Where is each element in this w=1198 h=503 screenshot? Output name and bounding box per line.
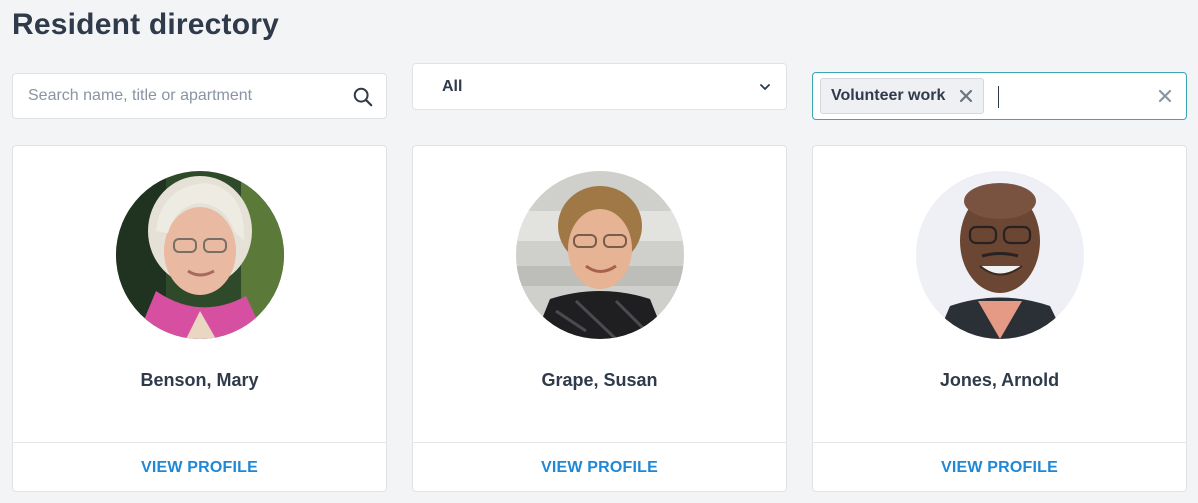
resident-card: Grape, Susan VIEW PROFILE xyxy=(412,145,787,492)
text-cursor xyxy=(998,86,999,108)
tag-chip: Volunteer work xyxy=(820,78,985,114)
view-profile-link[interactable]: VIEW PROFILE xyxy=(413,443,786,492)
search-input[interactable] xyxy=(13,87,333,105)
tag-chip-label: Volunteer work xyxy=(831,87,946,104)
resident-name: Grape, Susan xyxy=(541,370,658,390)
avatar xyxy=(116,171,284,339)
resident-name: Benson, Mary xyxy=(140,370,259,390)
resident-card: Benson, Mary VIEW PROFILE xyxy=(12,145,387,492)
avatar xyxy=(916,171,1084,339)
remove-tag-icon[interactable] xyxy=(959,89,973,103)
tag-filter-input[interactable]: Volunteer work xyxy=(812,72,1187,120)
resident-card: Jones, Arnold VIEW PROFILE xyxy=(812,145,1187,492)
clear-tags-icon[interactable] xyxy=(1158,89,1172,103)
view-profile-link[interactable]: VIEW PROFILE xyxy=(13,443,386,492)
avatar xyxy=(516,171,684,339)
category-select-value: All xyxy=(442,77,463,95)
resident-directory-page: Resident directory All Volunteer work xyxy=(0,0,1198,503)
resident-name: Jones, Arnold xyxy=(939,370,1060,390)
chevron-down-icon xyxy=(760,84,770,90)
search-icon[interactable] xyxy=(352,86,374,108)
category-select[interactable]: All xyxy=(412,63,787,110)
search-box[interactable] xyxy=(12,73,387,119)
page-title: Resident directory xyxy=(12,8,280,41)
view-profile-link[interactable]: VIEW PROFILE xyxy=(813,443,1186,492)
